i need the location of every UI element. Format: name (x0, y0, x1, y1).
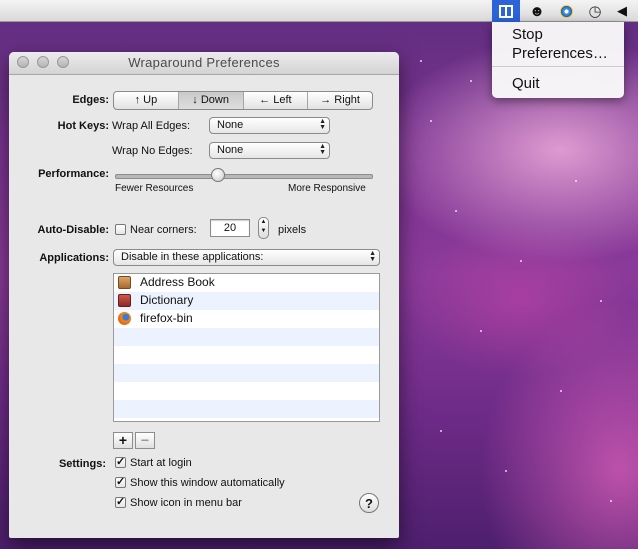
show-window-checkbox[interactable]: ✓ (115, 477, 126, 488)
performance-slider-knob[interactable] (211, 168, 226, 182)
wrap-all-edges-popup[interactable]: None ▲ ▼ (209, 117, 330, 134)
window-title: Wraparound Preferences (128, 55, 280, 70)
edges-segmented-control: ↑ Up ↓ Down ← Left → Right (113, 91, 373, 110)
performance-slider[interactable] (115, 174, 373, 179)
popup-arrows-icon: ▲ ▼ (369, 250, 376, 263)
dictionary-icon (118, 294, 131, 307)
show-window-label: Show this window automatically (130, 477, 285, 489)
wrap-no-edges-popup[interactable]: None ▲ ▼ (209, 142, 330, 159)
menu-separator (492, 66, 624, 67)
start-at-login-label: Start at login (130, 457, 192, 469)
menu-item-preferences[interactable]: Preferences… (512, 45, 608, 62)
menu-item-stop[interactable]: Stop (512, 26, 543, 43)
app-name: Dictionary (140, 293, 194, 307)
disc-icon[interactable] (555, 0, 577, 22)
slider-max-label: More Responsive (288, 183, 366, 194)
speaker-icon[interactable]: ◀ (612, 0, 632, 22)
show-menubar-icon-label: Show icon in menu bar (130, 497, 242, 509)
corner-pixels-field[interactable]: 20 (210, 219, 250, 237)
corner-pixels-stepper[interactable]: ▲ ▼ (258, 217, 269, 239)
performance-label: Performance: (38, 168, 109, 180)
near-corners-checkbox[interactable] (115, 224, 126, 235)
app-name: firefox-bin (140, 311, 193, 325)
list-item[interactable]: firefox-bin (114, 310, 379, 328)
list-item (114, 328, 379, 346)
wrap-no-edges-value: None (217, 144, 244, 156)
wraparound-icon[interactable] (492, 0, 520, 22)
settings-label: Settings: (58, 458, 106, 470)
list-item (114, 346, 379, 364)
time-machine-icon[interactable]: ◷ (584, 0, 606, 22)
remove-application-button[interactable]: − (135, 432, 155, 449)
hotkeys-label: Hot Keys: (57, 120, 109, 132)
menu-bar: ☻ ◷ ◀ (0, 0, 638, 22)
popup-arrows-icon: ▲ ▼ (319, 143, 326, 156)
near-corners-label: Near corners: (130, 224, 197, 236)
list-item (114, 400, 379, 418)
edge-left-segment[interactable]: ← Left (244, 92, 309, 109)
list-item (114, 382, 379, 400)
list-item[interactable]: Address Book (114, 274, 379, 292)
wrap-all-edges-label: Wrap All Edges: (112, 120, 191, 132)
address-book-icon (118, 276, 131, 289)
edge-up-segment[interactable]: ↑ Up (114, 92, 179, 109)
app-name: Address Book (140, 275, 215, 289)
pixels-unit-label: pixels (278, 224, 307, 236)
help-button[interactable]: ? (359, 493, 379, 513)
edges-label: Edges: (72, 94, 109, 106)
wrap-all-edges-value: None (217, 119, 244, 131)
slider-min-label: Fewer Resources (115, 183, 194, 194)
list-item[interactable]: Dictionary (114, 292, 379, 310)
status-menu: Stop Preferences… Quit (492, 22, 624, 98)
edge-right-segment[interactable]: → Right (308, 92, 372, 109)
preferences-window: Wraparound Preferences Edges: ↑ Up ↓ Dow… (9, 52, 399, 538)
character-icon[interactable]: ☻ (526, 0, 548, 22)
applications-list[interactable]: Address Book Dictionary firefox-bin (113, 273, 380, 422)
wrap-no-edges-label: Wrap No Edges: (112, 145, 193, 157)
applications-label: Applications: (39, 252, 109, 264)
add-application-button[interactable]: + (113, 432, 133, 449)
menu-item-quit[interactable]: Quit (512, 75, 540, 92)
auto-disable-label: Auto-Disable: (37, 224, 110, 236)
applications-mode-value: Disable in these applications: (121, 251, 264, 263)
edge-down-segment[interactable]: ↓ Down (178, 92, 244, 109)
firefox-icon (118, 312, 131, 325)
show-menubar-icon-checkbox[interactable]: ✓ (115, 497, 126, 508)
start-at-login-checkbox[interactable]: ✓ (115, 457, 126, 468)
applications-mode-popup[interactable]: Disable in these applications: ▲ ▼ (113, 249, 380, 266)
popup-arrows-icon: ▲ ▼ (319, 118, 326, 131)
title-bar[interactable]: Wraparound Preferences (9, 52, 399, 75)
list-item (114, 364, 379, 382)
